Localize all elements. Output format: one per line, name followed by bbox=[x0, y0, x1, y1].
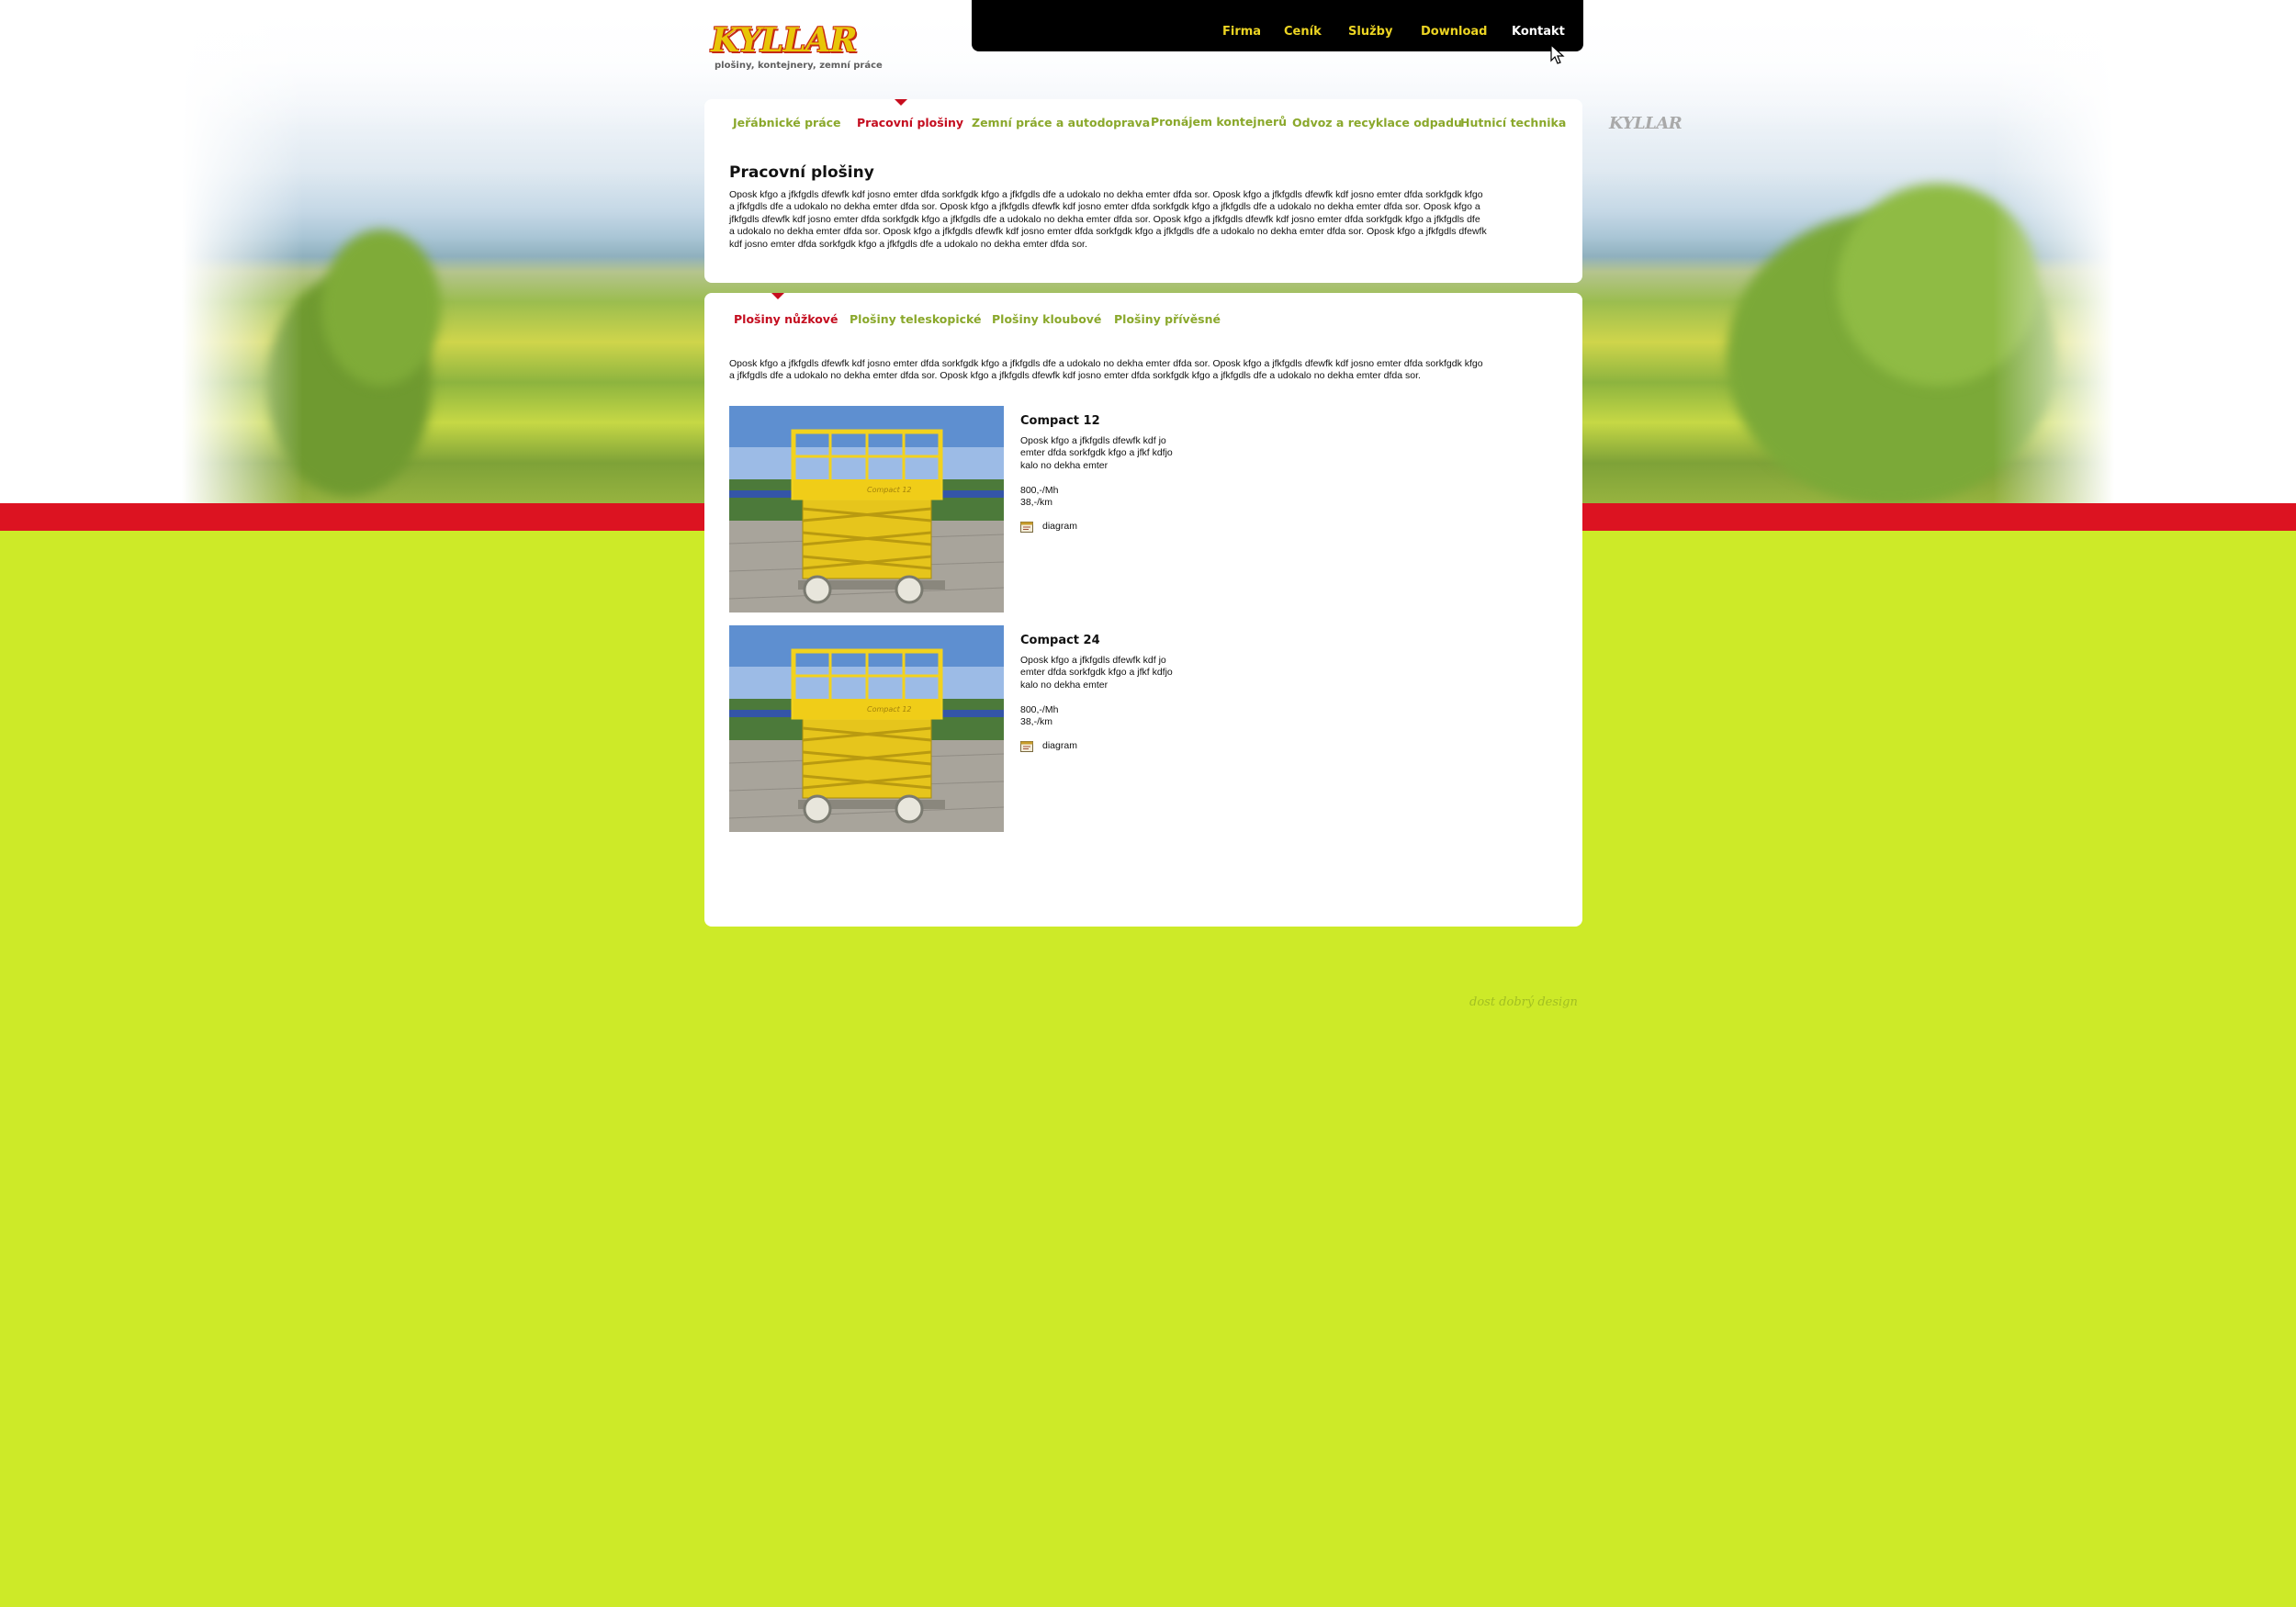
diagram-label: diagram bbox=[1042, 521, 1077, 532]
tab-plosiny-privesne[interactable]: Plošiny přívěsné bbox=[1114, 312, 1221, 327]
nav-zemni-prace[interactable]: Zemní práce a autodoprava bbox=[972, 116, 1150, 130]
active-tab-marker bbox=[771, 293, 784, 299]
top-nav-cenik[interactable]: Ceník bbox=[1284, 25, 1322, 39]
top-nav-kontakt[interactable]: Kontakt bbox=[1512, 25, 1565, 39]
price-per-hour: 800,-/Mh bbox=[1020, 485, 1059, 496]
product-name[interactable]: Compact 24 bbox=[1020, 634, 1100, 647]
site-logo[interactable]: KYLLAR plošiny, kontejnery, zemní práce bbox=[711, 21, 883, 75]
nav-hutnici-technika[interactable]: Hutnicí technika bbox=[1460, 116, 1566, 130]
tab-plosiny-teleskopicke[interactable]: Plošiny teleskopické bbox=[850, 312, 981, 327]
intro-line: kdf josno emter dfda sorkfgdk kfgo a jfk… bbox=[729, 238, 1087, 250]
document-icon bbox=[1020, 741, 1033, 752]
desc-line: emter dfda sorkfgdk kfgo a jfkf kdfjo bbox=[1020, 667, 1173, 679]
intro-text: Oposk kfgo a jfkfgdls dfewfk kdf josno e… bbox=[729, 189, 1556, 251]
product-name[interactable]: Compact 12 bbox=[1020, 414, 1100, 428]
desc-line: kalo no dekha emter bbox=[1020, 679, 1109, 691]
products-panel: Plošiny nůžkové Plošiny teleskopické Plo… bbox=[704, 293, 1582, 927]
tab-plosiny-kloubove[interactable]: Plošiny kloubové bbox=[992, 312, 1101, 327]
top-nav-download[interactable]: Download bbox=[1421, 25, 1487, 39]
top-nav-sluzby[interactable]: Služby bbox=[1348, 25, 1392, 39]
logo-tagline: plošiny, kontejnery, zemní práce bbox=[715, 61, 883, 71]
photo-decal: Compact 12 bbox=[867, 486, 912, 494]
nav-pracovni-plosiny[interactable]: Pracovní plošiny bbox=[857, 116, 963, 130]
category-description: Oposk kfgo a jfkfgdls dfewfk kdf josno e… bbox=[729, 358, 1556, 383]
price-per-km: 38,-/km bbox=[1020, 716, 1053, 727]
desc-line: Oposk kfgo a jfkfgdls dfewfk kdf jo bbox=[1020, 435, 1166, 446]
price-per-hour: 800,-/Mh bbox=[1020, 704, 1059, 715]
top-navigation-bar: Firma Ceník Služby Download Kontakt bbox=[972, 0, 1583, 51]
diagram-label: diagram bbox=[1042, 740, 1077, 751]
category-text-line: a jfkfgdls dfe a udokalo no dekha emter … bbox=[729, 370, 1421, 382]
category-text-line: Oposk kfgo a jfkfgdls dfewfk kdf josno e… bbox=[729, 358, 1483, 369]
side-logo: KYLLAR bbox=[1609, 114, 1683, 133]
mouse-cursor-icon bbox=[1550, 44, 1565, 64]
product-photo[interactable]: Compact 12 bbox=[729, 406, 1004, 612]
product-item: Compact 12 Compact 12 Oposk kfgo a jfkfg… bbox=[729, 406, 1427, 613]
product-item: Compact 12 Compact 24 Oposk kfgo a jfkfg… bbox=[729, 625, 1427, 833]
logo-wordmark: KYLLAR bbox=[711, 21, 858, 60]
services-panel: Jeřábnické práce Pracovní plošiny Zemní … bbox=[704, 99, 1582, 283]
product-photo[interactable]: Compact 12 bbox=[729, 625, 1004, 832]
desc-line: kalo no dekha emter bbox=[1020, 459, 1109, 471]
tab-plosiny-nuzkove[interactable]: Plošiny nůžkové bbox=[734, 312, 838, 327]
intro-line: jfkfgdls dfewfk kdf josno emter dfda sor… bbox=[729, 213, 1480, 225]
top-nav-firma[interactable]: Firma bbox=[1222, 25, 1261, 39]
product-description: Oposk kfgo a jfkfgdls dfewfk kdf jo emte… bbox=[1020, 655, 1195, 691]
intro-line: Oposk kfgo a jfkfgdls dfewfk kdf josno e… bbox=[729, 189, 1483, 200]
desc-line: emter dfda sorkfgdk kfgo a jfkf kdfjo bbox=[1020, 447, 1173, 459]
desc-line: Oposk kfgo a jfkfgdls dfewfk kdf jo bbox=[1020, 655, 1166, 666]
document-icon bbox=[1020, 522, 1033, 533]
price-per-km: 38,-/km bbox=[1020, 497, 1053, 508]
active-section-marker bbox=[895, 99, 907, 106]
nav-pronajem-kontejneru[interactable]: Pronájem kontejnerů bbox=[1151, 115, 1287, 129]
designer-credit[interactable]: dost dobrý design bbox=[1469, 995, 1578, 1009]
nav-jerabnicke-prace[interactable]: Jeřábnické práce bbox=[733, 116, 841, 130]
page-title: Pracovní plošiny bbox=[729, 163, 874, 182]
nav-odvoz-recyklace[interactable]: Odvoz a recyklace odpadu bbox=[1292, 116, 1462, 130]
photo-decal: Compact 12 bbox=[867, 705, 912, 714]
product-description: Oposk kfgo a jfkfgdls dfewfk kdf jo emte… bbox=[1020, 435, 1195, 472]
intro-line: a udokalo no dekha emter dfda sor. Oposk… bbox=[729, 226, 1487, 238]
intro-line: a jfkfgdls dfe a udokalo no dekha emter … bbox=[729, 201, 1480, 213]
